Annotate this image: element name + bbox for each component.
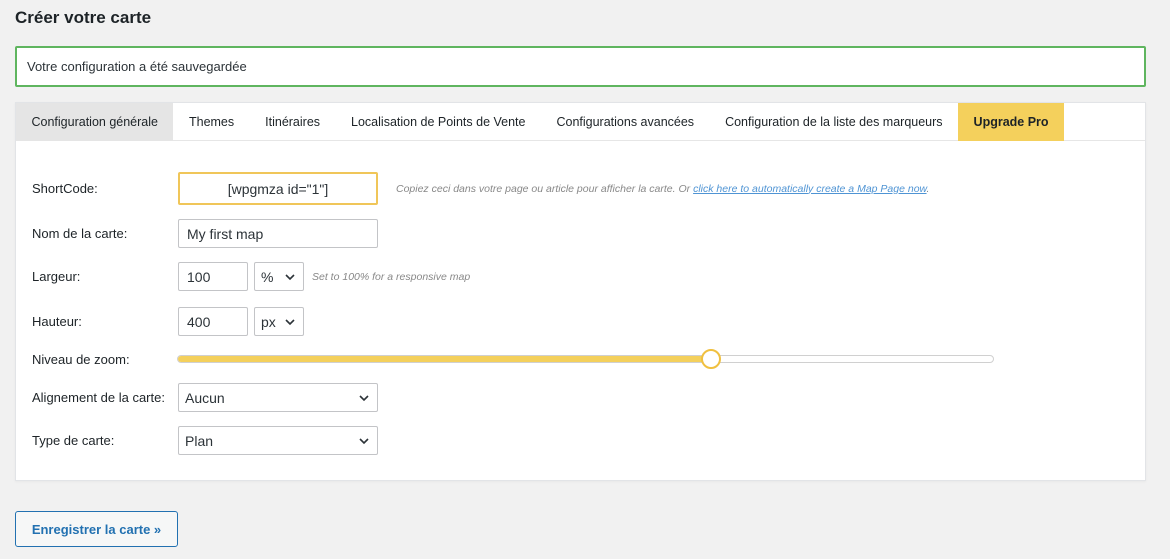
shortcode-label: ShortCode: <box>32 181 98 196</box>
width-hint: Set to 100% for a responsive map <box>312 270 471 283</box>
height-value: 400 <box>187 313 211 330</box>
tab-general[interactable]: Configuration générale <box>16 103 174 141</box>
width-row: Largeur: 100 % Set to 100% for a respons… <box>32 262 470 291</box>
zoom-row: Niveau de zoom: <box>32 352 178 367</box>
width-input[interactable]: 100 <box>178 262 248 291</box>
width-unit-select[interactable]: % <box>254 262 304 291</box>
tab-advanced[interactable]: Configurations avancées <box>541 103 710 141</box>
height-unit-select[interactable]: px <box>254 307 304 336</box>
settings-tabs: Configuration générale Themes Itinéraire… <box>16 103 1145 141</box>
zoom-label: Niveau de zoom: <box>32 352 130 367</box>
map-name-label: Nom de la carte: <box>32 226 128 241</box>
tab-marker-listing[interactable]: Configuration de la liste des marqueurs <box>710 103 958 141</box>
height-input[interactable]: 400 <box>178 307 248 336</box>
page-title: Créer votre carte <box>15 8 152 27</box>
chevron-down-icon <box>285 273 295 280</box>
map-name-row: Nom de la carte: My first map <box>32 219 378 248</box>
shortcode-hint: Copiez ceci dans votre page ou article p… <box>396 182 930 195</box>
width-label: Largeur: <box>32 269 81 284</box>
alignment-label: Alignement de la carte: <box>32 390 165 405</box>
map-type-value: Plan <box>185 432 214 449</box>
map-type-select[interactable]: Plan <box>178 426 378 455</box>
chevron-down-icon <box>359 437 369 444</box>
shortcode-field[interactable]: [wpgmza id="1"] <box>178 172 378 205</box>
tab-upgrade-pro[interactable]: Upgrade Pro <box>958 103 1065 141</box>
width-unit-value: % <box>261 268 274 285</box>
map-settings-panel: Configuration générale Themes Itinéraire… <box>15 102 1146 481</box>
chevron-down-icon <box>359 394 369 401</box>
zoom-slider[interactable] <box>177 349 994 369</box>
map-name-value: My first map <box>187 225 264 242</box>
width-value: 100 <box>187 268 211 285</box>
save-map-button[interactable]: Enregistrer la carte » <box>15 511 178 547</box>
height-row: Hauteur: 400 px <box>32 307 304 336</box>
tab-directions[interactable]: Itinéraires <box>250 103 336 141</box>
map-type-row: Type de carte: Plan <box>32 426 378 455</box>
alignment-select[interactable]: Aucun <box>178 383 378 412</box>
tab-themes[interactable]: Themes <box>173 103 249 141</box>
shortcode-value: [wpgmza id="1"] <box>227 180 329 197</box>
shortcode-row: ShortCode: [wpgmza id="1"] Copiez ceci d… <box>32 172 929 205</box>
height-unit-value: px <box>261 313 276 330</box>
zoom-slider-handle[interactable] <box>701 349 721 369</box>
tab-store-locator[interactable]: Localisation de Points de Vente <box>336 103 541 141</box>
zoom-slider-fill <box>178 356 711 362</box>
saved-notice: Votre configuration a été sauvegardée <box>15 46 1146 87</box>
alignment-value: Aucun <box>185 389 225 406</box>
map-type-label: Type de carte: <box>32 433 115 448</box>
notice-text: Votre configuration a été sauvegardée <box>27 59 247 74</box>
map-name-input[interactable]: My first map <box>178 219 378 248</box>
shortcode-hint-text: Copiez ceci dans votre page ou article p… <box>396 182 691 195</box>
chevron-down-icon <box>285 318 295 325</box>
alignment-row: Alignement de la carte: Aucun <box>32 383 378 412</box>
height-label: Hauteur: <box>32 314 82 329</box>
create-map-page-link[interactable]: click here to automatically create a Map… <box>693 183 926 195</box>
